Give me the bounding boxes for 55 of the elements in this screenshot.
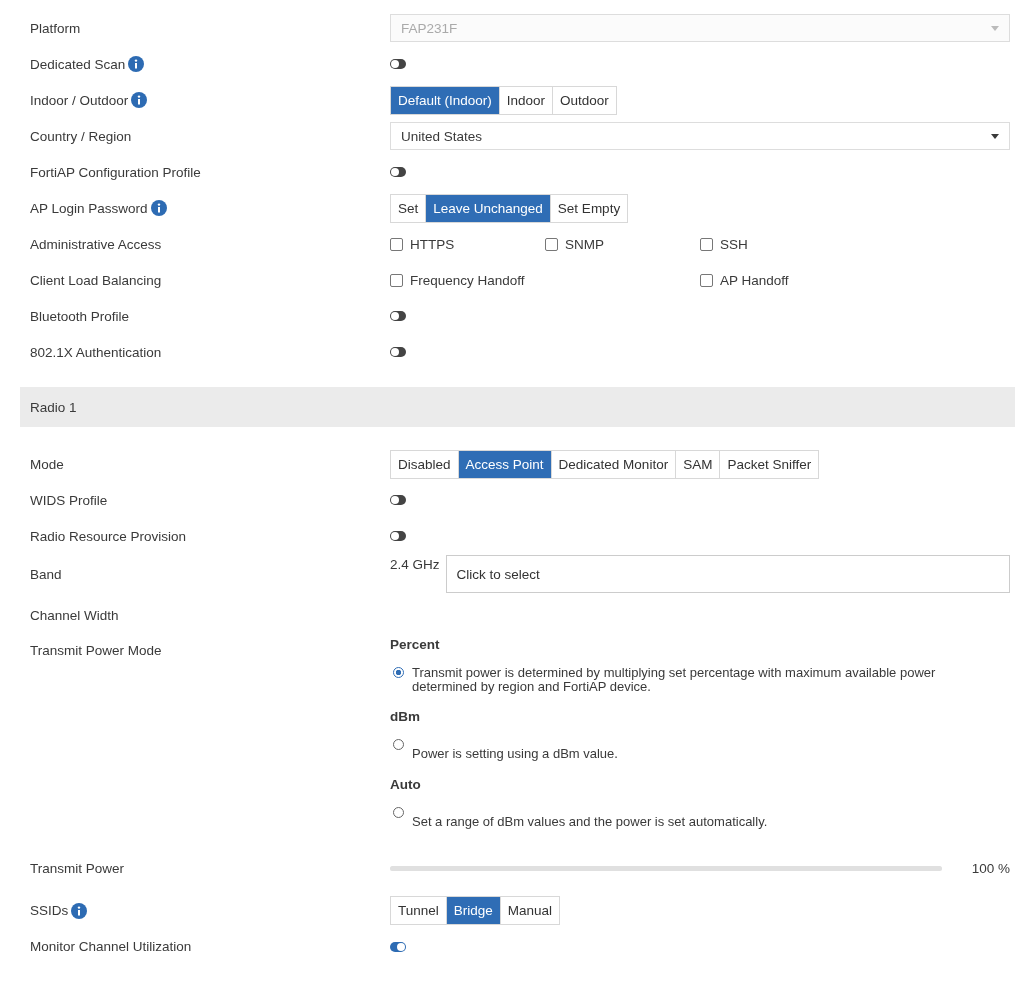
field-label: Transmit Power (30, 861, 125, 877)
checkbox[interactable] (390, 273, 403, 287)
segment-button[interactable]: Leave Unchanged (425, 194, 550, 222)
section-title: Radio 1 (30, 399, 77, 415)
option-title: Percent (390, 637, 441, 652)
option-description: Power is setting using a dBm value. (412, 745, 618, 761)
slider-reading: 100 % (971, 861, 1010, 877)
toggle-switch[interactable] (390, 311, 406, 321)
field-label: Country / Region (30, 128, 132, 144)
field-label: Monitor Channel Utilization (30, 939, 192, 955)
slider-fill[interactable] (390, 866, 942, 872)
dropdown[interactable]: United States (390, 122, 1010, 150)
caret-icon (991, 25, 999, 31)
field-label: Client Load Balancing (30, 272, 162, 288)
checkbox[interactable] (390, 237, 403, 251)
toggle-switch[interactable] (390, 59, 406, 69)
field-label: Platform (30, 20, 81, 36)
field-label: Bluetooth Profile (30, 308, 130, 324)
checkbox-label: AP Handoff (720, 272, 789, 288)
checkbox[interactable] (545, 237, 558, 251)
option-description: Set a range of dBm values and the power is set automatically. (412, 812, 768, 829)
band-select-field[interactable]: Click to select (445, 555, 1010, 593)
toggle-switch[interactable] (390, 167, 406, 177)
segment-button[interactable]: Bridge (445, 897, 500, 925)
field-label: Mode (30, 456, 64, 472)
field-label: Band (30, 566, 62, 582)
option-title: Auto (390, 776, 422, 792)
field-label: Administrative Access (30, 236, 162, 252)
field-label: AP Login Password (30, 200, 148, 216)
checkbox[interactable] (700, 273, 713, 287)
radio-button[interactable] (393, 667, 404, 678)
band-value: 2.4 GHz (390, 556, 440, 572)
toggle-switch[interactable] (390, 941, 406, 952)
caret-icon (991, 133, 999, 139)
toggle-switch[interactable] (390, 531, 406, 541)
option-title: dBm (390, 709, 421, 725)
segment-button[interactable]: Access Point (457, 450, 551, 478)
field-label: Transmit Power Mode (30, 643, 162, 658)
field-label: FortiAP Configuration Profile (30, 164, 201, 180)
option-description: Transmit power is determined by multiplying set percentage with maximum available power determined by region and FortiAP device. (412, 666, 937, 694)
segment-button[interactable]: Default (Indoor) (391, 86, 499, 114)
field-label: WIDS Profile (30, 492, 108, 508)
field-label: Channel Width (30, 607, 119, 623)
checkbox-label: SNMP (565, 236, 604, 252)
checkbox-label: SSH (720, 236, 748, 252)
toggle-switch[interactable] (390, 495, 406, 505)
field-label: Indoor / Outdoor (30, 92, 129, 108)
checkbox-label: Frequency Handoff (410, 272, 525, 288)
field-label: SSIDs (30, 903, 69, 919)
checkbox-label: HTTPS (410, 236, 455, 252)
field-label: 802.1X Authentication (30, 344, 162, 360)
toggle-switch[interactable] (390, 347, 406, 357)
field-label: Dedicated Scan (30, 56, 126, 72)
checkbox[interactable] (700, 237, 713, 251)
field-label: Radio Resource Provision (30, 528, 187, 544)
